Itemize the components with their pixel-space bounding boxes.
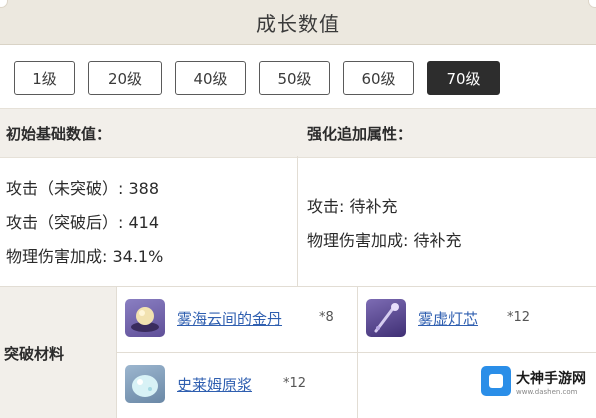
material-count-lamp-wick: *12 bbox=[507, 310, 531, 325]
material-name-slime[interactable]: 史莱姆原浆 bbox=[177, 374, 252, 395]
material-item-slime: 史莱姆原浆 *12 bbox=[117, 353, 358, 418]
base-stat-attack-ascended: 攻击（突破后）: 414 bbox=[6, 213, 160, 232]
golden-pill-icon[interactable] bbox=[125, 299, 165, 337]
base-stat-attack-unascended: 攻击（未突破）: 388 bbox=[6, 179, 160, 198]
level-tabs: 1级 20级 40级 50级 60级 70级 bbox=[14, 61, 500, 95]
column-divider bbox=[297, 156, 298, 286]
level-tab-1[interactable]: 1级 bbox=[14, 61, 75, 95]
stats-values-row: 攻击（未突破）: 388 攻击（突破后）: 414 物理伤害加成: 34.1% … bbox=[0, 156, 596, 287]
materials-label: 突破材料 bbox=[4, 345, 65, 363]
level-tab-70[interactable]: 70级 bbox=[427, 61, 500, 95]
header-corner-right bbox=[588, 0, 596, 8]
materials-label-cell: 突破材料 bbox=[0, 287, 117, 418]
site-watermark: 大神手游网 www.dashen.com bbox=[476, 361, 590, 405]
watermark-title: 大神手游网 bbox=[516, 371, 586, 387]
base-stats-heading: 初始基础数值： bbox=[6, 125, 112, 143]
refine-stats-heading: 强化追加属性： bbox=[307, 125, 413, 143]
material-count-golden-pill: *8 bbox=[319, 310, 334, 325]
card-header: 成长数值 bbox=[0, 0, 596, 45]
site-logo-icon bbox=[481, 366, 511, 396]
base-stat-physical-dmg: 物理伤害加成: 34.1% bbox=[6, 247, 164, 266]
refine-stat-physical-dmg: 物理伤害加成: 待补充 bbox=[307, 231, 462, 250]
material-count-slime: *12 bbox=[283, 376, 307, 391]
lamp-wick-icon[interactable] bbox=[366, 299, 406, 337]
material-item-golden-pill: 雾海云间的金丹 *8 bbox=[117, 287, 358, 353]
card-title: 成长数值 bbox=[256, 11, 340, 36]
slime-concentrate-icon[interactable] bbox=[125, 365, 165, 403]
material-item-lamp-wick: 雾虚灯芯 *12 bbox=[358, 287, 596, 353]
header-corner-left bbox=[0, 0, 8, 8]
material-name-lamp-wick[interactable]: 雾虚灯芯 bbox=[418, 308, 478, 329]
level-tab-60[interactable]: 60级 bbox=[343, 61, 414, 95]
level-tab-40[interactable]: 40级 bbox=[175, 61, 246, 95]
site-logo-inner bbox=[489, 374, 503, 388]
material-name-golden-pill[interactable]: 雾海云间的金丹 bbox=[177, 308, 282, 329]
refine-stat-attack: 攻击: 待补充 bbox=[307, 197, 398, 216]
level-tab-20[interactable]: 20级 bbox=[88, 61, 162, 95]
stats-header-row: 初始基础数值： 强化追加属性： bbox=[0, 108, 596, 158]
level-tab-50[interactable]: 50级 bbox=[259, 61, 330, 95]
watermark-subtitle: www.dashen.com bbox=[516, 388, 578, 396]
growth-stats-card: 成长数值 1级 20级 40级 50级 60级 70级 初始基础数值： 强化追加… bbox=[0, 0, 596, 418]
